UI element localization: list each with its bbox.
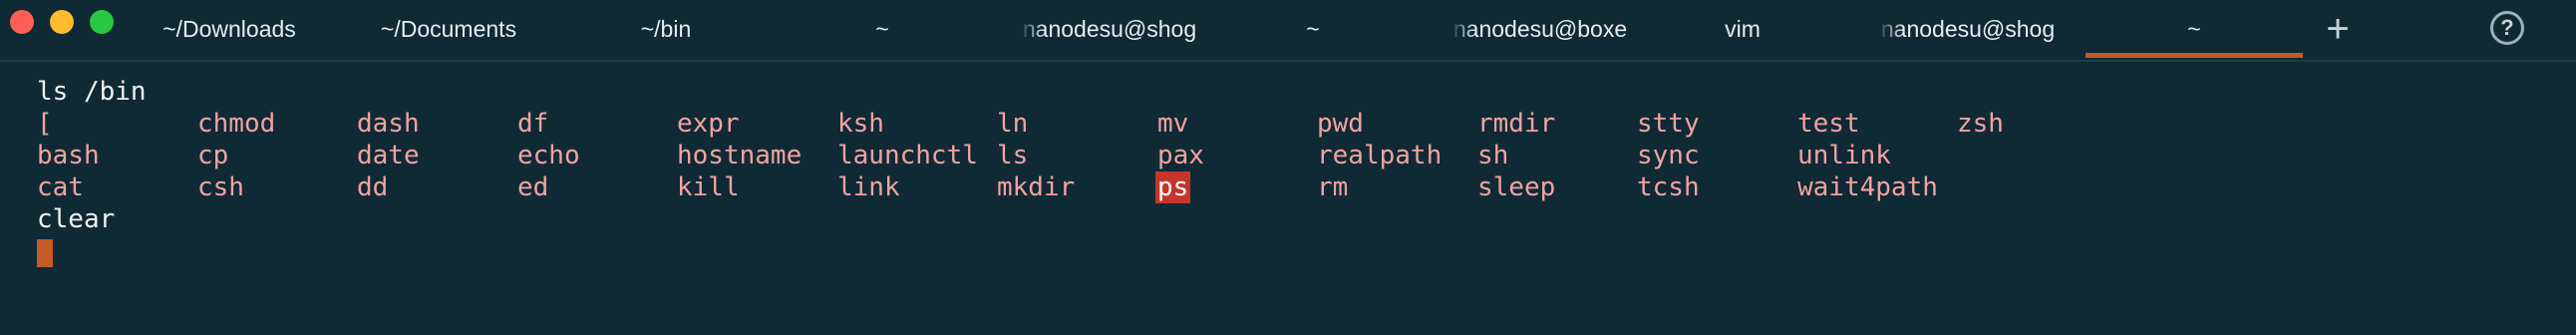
bin-entry: realpath	[1317, 141, 1443, 170]
bin-entry: expr	[677, 109, 740, 139]
bin-entry: launchctl	[837, 141, 978, 170]
bin-entry: unlink	[1797, 141, 1891, 170]
tab-label: ~/Downloads	[162, 16, 296, 42]
bin-entry: sync	[1637, 141, 1700, 170]
bin-entry: wait4path	[1797, 172, 1938, 202]
tab-label: nanodesu@shog	[1880, 16, 2056, 42]
bin-entry: test	[1797, 109, 1860, 139]
new-tab-button[interactable]: +	[2317, 4, 2359, 54]
bin-entry: cat	[37, 172, 84, 202]
bin-entry: mv	[1157, 109, 1189, 139]
tab-label: ~	[1306, 16, 1320, 42]
clear-line: clear	[37, 204, 116, 234]
terminal-output[interactable]: ls /bin [chmod dash df expr ksh ln mv pwd rmdir s…	[37, 76, 2004, 235]
bin-entry: dd	[357, 172, 389, 202]
bin-entry: zsh	[1957, 109, 2004, 139]
command-line: ls /bin	[37, 77, 147, 107]
tab-label: ~/bin	[640, 16, 692, 42]
bin-entry: bash	[37, 141, 100, 170]
bin-entry: date	[357, 141, 420, 170]
help-icon[interactable]: ?	[2490, 11, 2524, 45]
tab-label: vim	[1725, 16, 1761, 42]
bin-entry: ed	[517, 172, 549, 202]
bin-entry: ls	[997, 141, 1029, 170]
bin-entry: link	[837, 172, 900, 202]
bin-entry: tcsh	[1637, 172, 1700, 202]
tab-downloads[interactable]: ~/Downloads	[160, 0, 299, 58]
tab-label: ~	[2187, 16, 2201, 42]
tab-home-2[interactable]: ~	[1298, 0, 1328, 58]
listing-row: [ chmod dash df expr ksh ln mv pwd rmdir stty test z…	[37, 108, 2004, 140]
title-bar: ~/Downloads ~/Documents ~/bin ~ nanodesu…	[0, 0, 2576, 62]
bin-entry: df	[517, 109, 549, 139]
bin-entry: echo	[517, 141, 580, 170]
bin-entry: [	[37, 109, 53, 139]
bin-entry: hostname	[677, 141, 803, 170]
tab-bin[interactable]: ~/bin	[626, 0, 706, 58]
bin-entry: ln	[997, 109, 1029, 139]
tab-label: ~/Documents	[380, 16, 517, 42]
tab-home-1[interactable]: ~	[867, 0, 897, 58]
bin-entry: ksh	[837, 109, 884, 139]
tab-label: nanodesu@boxe	[1452, 16, 1628, 42]
bin-entry: rmdir	[1477, 109, 1556, 139]
bin-entry: rm	[1317, 172, 1349, 202]
tab-shog-1[interactable]: nanodesu@shog	[1015, 0, 1204, 58]
tab-vim[interactable]: vim	[1719, 0, 1767, 58]
tab-label: nanodesu@shog	[1022, 16, 1197, 42]
tab-label: ~	[875, 16, 889, 42]
minimize-window-button[interactable]	[50, 10, 74, 34]
bin-entry: stty	[1637, 109, 1700, 139]
bin-entry: pwd	[1317, 109, 1364, 139]
bin-entry: chmod	[197, 109, 276, 139]
close-window-button[interactable]	[10, 10, 34, 34]
listing-row: bash cp date echo hostname launchctl ls pax real…	[37, 140, 1891, 171]
tab-shog-2[interactable]: nanodesu@shog	[1874, 0, 2062, 58]
tab-home-active[interactable]: ~	[2086, 0, 2303, 58]
zoom-window-button[interactable]	[90, 10, 114, 34]
bin-entry: ps	[1155, 171, 1191, 203]
bin-entry: sh	[1477, 141, 1509, 170]
listing-row: cat csh dd ed kill link mkdir ps rm sleep tcsh wait…	[37, 171, 1938, 203]
bin-entry: sleep	[1477, 172, 1556, 202]
terminal-cursor	[37, 239, 53, 267]
bin-entry: csh	[197, 172, 244, 202]
tab-boxe[interactable]: nanodesu@boxe	[1449, 0, 1631, 58]
bin-entry: cp	[197, 141, 229, 170]
bin-entry: mkdir	[997, 172, 1076, 202]
tab-documents[interactable]: ~/Documents	[373, 0, 524, 58]
bin-entry: pax	[1157, 141, 1204, 170]
bin-entry: kill	[677, 172, 740, 202]
bin-entry: dash	[357, 109, 420, 139]
